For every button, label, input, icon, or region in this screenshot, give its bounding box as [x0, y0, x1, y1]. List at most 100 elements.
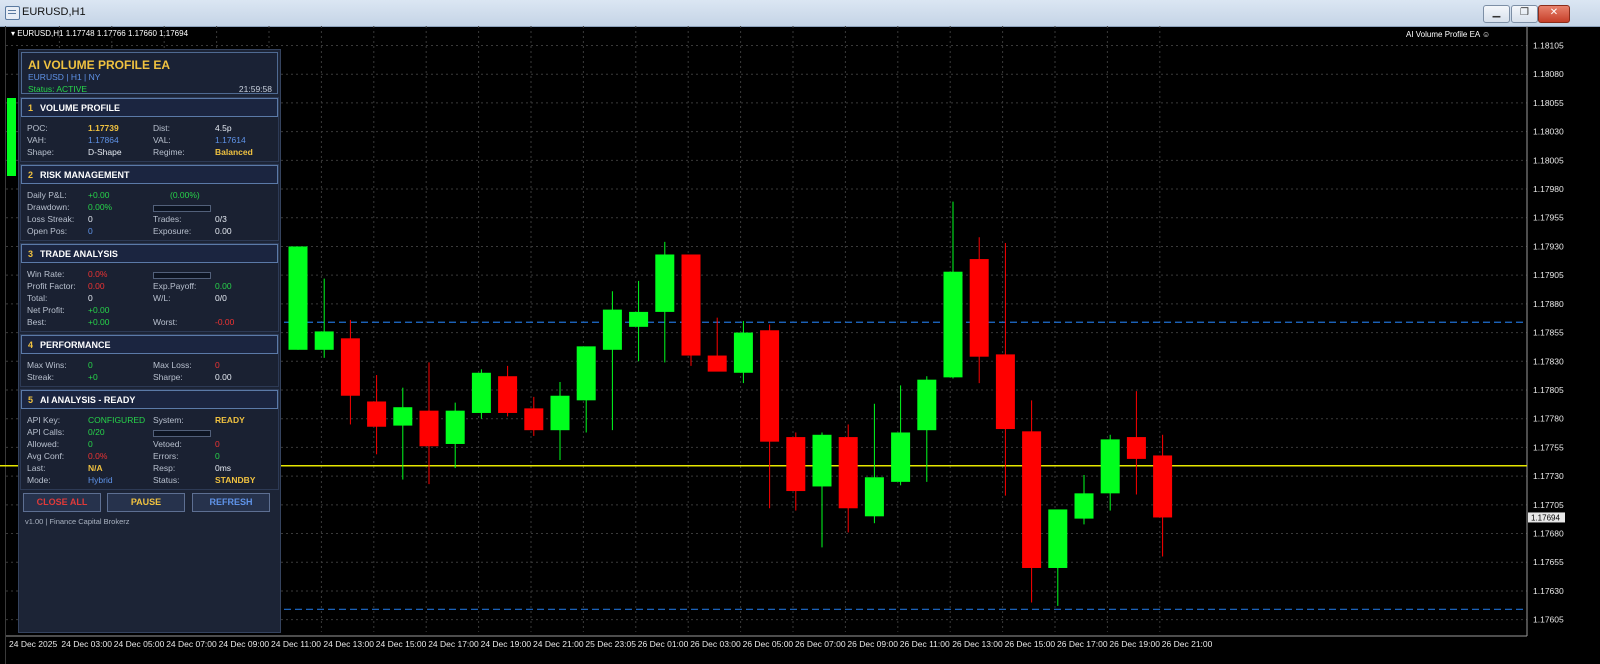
candle-body [969, 259, 989, 357]
section-trade-analysis: 3 TRADE ANALYSIS Win Rate: 0.0% Profit Fac… [20, 243, 279, 332]
row-streak: Streak: +0 Sharpe: 0.00 [27, 372, 232, 382]
time-tick-label: 24 Dec 13:00 [323, 639, 374, 649]
current-price-label: 1.17694 [1531, 513, 1560, 522]
candle-body [1022, 431, 1042, 568]
candle-body [498, 376, 518, 413]
section-header[interactable]: 5 AI ANALYSIS - READY [21, 390, 278, 409]
row-allowed: Allowed: 0 Vetoed: 0 [27, 439, 220, 449]
terminal-window: EURUSD,H1 ▁ ❐ ✕ 1.18105 1.18080 1.18055 1.1… [0, 0, 1600, 664]
candle-body [995, 354, 1015, 430]
clock-text: 21:59:58 [238, 84, 272, 94]
ea-dashboard-panel: AI VOLUME PROFILE EA EURUSD | H1 | NY St… [18, 49, 281, 633]
time-tick-label: 26 Dec 11:00 [900, 639, 950, 649]
price-tick-label: 1.17855 [1533, 328, 1564, 338]
candle-body [367, 401, 387, 427]
row-last: Last: N/A Resp: 0ms [27, 463, 232, 473]
row-win-rate: Win Rate: 0.0% [27, 269, 272, 280]
candle-body [1100, 439, 1120, 494]
drawdown-bar [153, 205, 211, 212]
volume-bar-marker [7, 98, 16, 176]
price-tick-label: 1.17980 [1533, 184, 1564, 194]
row-drawdown: Drawdown: 0.00% [27, 202, 272, 213]
chart-window-icon [5, 6, 20, 20]
time-tick-label: 26 Dec 19:00 [1109, 639, 1160, 649]
candle-body [629, 311, 649, 327]
section-ai-analysis: 5 AI ANALYSIS - READY API Key: CONFIGURED S… [20, 389, 279, 490]
pause-button[interactable]: PAUSE [107, 493, 185, 512]
row-profit-factor: Profit Factor: 0.00 Exp.Payoff: 0.00 [27, 281, 232, 291]
row-poc: POC: 1.17739 Dist: 4.5p [27, 123, 232, 133]
candle-body [733, 332, 753, 373]
candle-body [445, 410, 465, 444]
candle-body [550, 395, 570, 431]
symbol-info: ▾ EURUSD,H1 1.17748 1.17766 1.17660 1.17… [11, 29, 189, 38]
section-performance: 4 PERFORMANCE Max Wins: 0 Max Loss: 0 Streak… [20, 334, 279, 387]
price-tick-label: 1.17705 [1533, 500, 1564, 510]
section-header[interactable]: 4 PERFORMANCE [21, 335, 278, 354]
refresh-button[interactable]: REFRESH [192, 493, 270, 512]
panel-header: AI VOLUME PROFILE EA EURUSD | H1 | NY St… [21, 52, 278, 94]
row-open-pos: Open Pos: 0 Exposure: 0.00 [27, 226, 232, 236]
row-mode: Mode: Hybrid Status: STANDBY [27, 475, 256, 485]
row-net-profit: Net Profit: +0.00 [27, 305, 110, 315]
time-tick-label: 24 Dec 21:00 [533, 639, 584, 649]
price-tick-label: 1.17955 [1533, 213, 1564, 223]
section-header[interactable]: 2 RISK MANAGEMENT [21, 165, 278, 184]
candle-body [812, 434, 832, 487]
candle-body [340, 338, 360, 396]
row-api-calls: API Calls: 0/20 [27, 427, 272, 438]
window-title: EURUSD,H1 [22, 6, 86, 18]
candle-body [288, 246, 308, 350]
section-risk-management: 2 RISK MANAGEMENT Daily P&L: +0.00 (0.00%) … [20, 164, 279, 241]
row-shape: Shape: D-Shape Regime: Balanced [27, 147, 253, 157]
price-tick-label: 1.18105 [1533, 40, 1564, 50]
time-tick-label: 26 Dec 15:00 [1005, 639, 1056, 649]
row-avg-conf: Avg Conf: 0.0% Errors: 0 [27, 451, 220, 461]
price-tick-label: 1.17780 [1533, 414, 1564, 424]
price-tick-label: 1.17830 [1533, 356, 1564, 366]
price-tick-label: 1.17680 [1533, 529, 1564, 539]
price-tick-label: 1.17805 [1533, 385, 1564, 395]
minimize-button[interactable]: ▁ [1483, 5, 1510, 23]
ea-subtitle: EURUSD | H1 | NY [28, 72, 101, 82]
price-tick-label: 1.17755 [1533, 442, 1564, 452]
title-bar[interactable]: EURUSD,H1 ▁ ❐ ✕ [0, 0, 1600, 27]
candle-body [576, 346, 596, 401]
row-loss-streak: Loss Streak: 0 Trades: 0/3 [27, 214, 227, 224]
time-tick-label: 26 Dec 03:00 [690, 639, 741, 649]
row-max-wins: Max Wins: 0 Max Loss: 0 [27, 360, 220, 370]
price-tick-label: 1.17930 [1533, 241, 1564, 251]
win-rate-bar [153, 272, 211, 279]
candle-body [1153, 455, 1173, 518]
time-tick-label: 24 Dec 15:00 [376, 639, 427, 649]
candle-body [707, 355, 727, 372]
candle-body [655, 254, 675, 312]
candle-body [393, 407, 413, 426]
section-header[interactable]: 3 TRADE ANALYSIS [21, 244, 278, 263]
time-tick-label: 24 Dec 05:00 [114, 639, 165, 649]
candle-body [1074, 493, 1094, 519]
time-tick-label: 26 Dec 21:00 [1162, 639, 1213, 649]
ea-title: AI VOLUME PROFILE EA [28, 58, 171, 72]
price-tick-label: 1.18030 [1533, 127, 1564, 137]
candle-body [419, 410, 439, 447]
api-calls-bar [153, 430, 211, 437]
candle-body [1048, 509, 1068, 568]
candle-body [864, 477, 884, 517]
close-button[interactable]: ✕ [1538, 5, 1570, 23]
price-tick-label: 1.17630 [1533, 586, 1564, 596]
ea-name-label: AI Volume Profile EA ☺ [1406, 30, 1491, 39]
price-tick-label: 1.18005 [1533, 155, 1564, 165]
maximize-button[interactable]: ❐ [1511, 5, 1538, 23]
close-all-button[interactable]: CLOSE ALL [23, 493, 101, 512]
price-tick-label: 1.17905 [1533, 270, 1564, 280]
time-tick-label: 26 Dec 05:00 [743, 639, 794, 649]
price-tick-label: 1.17730 [1533, 471, 1564, 481]
section-header[interactable]: 1 VOLUME PROFILE [21, 98, 278, 117]
candle-body [1126, 437, 1146, 459]
price-tick-label: 1.17605 [1533, 615, 1564, 625]
time-tick-label: 26 Dec 13:00 [952, 639, 1003, 649]
row-api-key: API Key: CONFIGURED System: READY [27, 415, 245, 425]
price-tick-label: 1.18055 [1533, 98, 1564, 108]
time-tick-label: 24 Dec 2025 [9, 639, 57, 649]
